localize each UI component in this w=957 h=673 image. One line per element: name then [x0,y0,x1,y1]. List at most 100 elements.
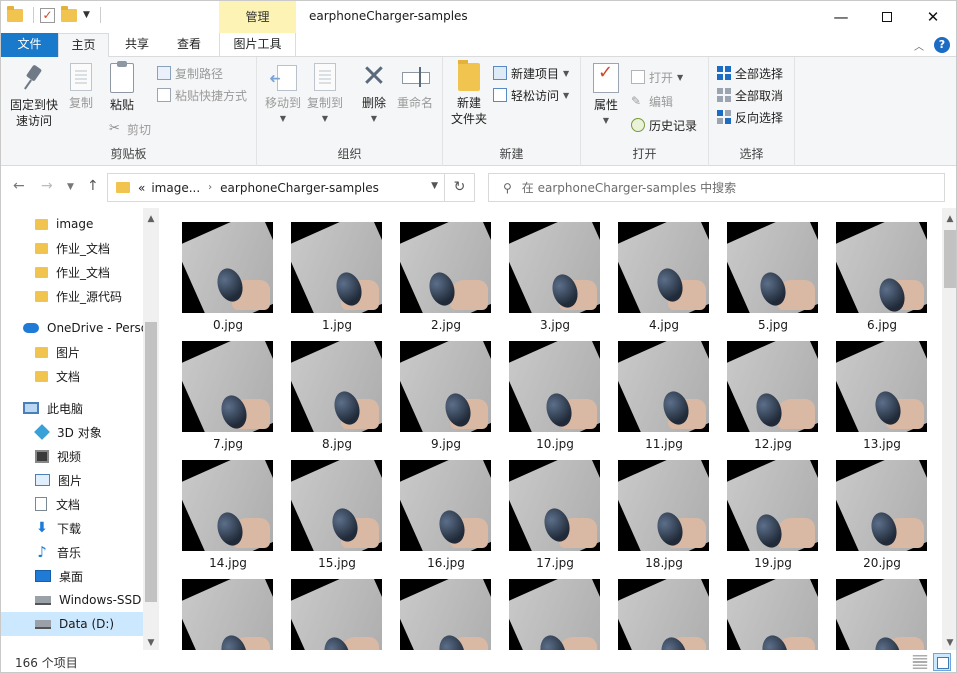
paste-shortcut-button[interactable]: 粘贴快捷方式 [157,85,247,105]
file-item[interactable] [822,565,931,650]
sidebar-item[interactable]: 作业_文档 [1,260,143,284]
sidebar-item[interactable]: 此电脑 [1,396,143,420]
minimize-button[interactable]: — [818,1,864,33]
sidebar-scrollbar[interactable]: ▲ ▼ [143,208,159,650]
manage-context-tab[interactable]: 管理 [219,1,296,33]
file-item[interactable] [604,565,713,650]
file-item[interactable] [386,565,495,650]
invert-selection-button[interactable]: 反向选择 [717,107,783,127]
tab-file[interactable]: 文件 [1,33,58,57]
breadcrumb-separator[interactable]: › [208,182,212,193]
sidebar-item[interactable]: image [1,212,143,236]
sidebar-item[interactable]: 文档 [1,492,143,516]
sidebar-item[interactable]: 图片 [1,340,143,364]
sidebar-item[interactable]: ⬇ 下载 [1,516,143,540]
paste-button[interactable]: 粘贴 [105,61,139,113]
large-icons-view-icon[interactable] [933,653,951,671]
close-button[interactable]: ✕ [910,1,956,33]
select-none-button[interactable]: 全部取消 [717,85,783,105]
file-item[interactable]: 11.jpg [604,327,713,451]
rename-button[interactable]: 重命名 [395,63,435,111]
cut-button[interactable]: ✂ 剪切 [109,119,151,139]
file-item[interactable]: 18.jpg [604,446,713,570]
file-item[interactable]: 12.jpg [713,327,822,451]
pin-to-quick-access-button[interactable]: 固定到快 速访问 [7,63,61,129]
file-item[interactable]: 10.jpg [495,327,604,451]
scroll-up-icon[interactable]: ▲ [143,214,159,224]
details-view-icon[interactable] [912,654,928,670]
edit-button[interactable]: ✎ 编辑 [631,91,673,111]
tab-picture-tools[interactable]: 图片工具 [219,33,296,57]
sidebar-item[interactable]: ♪ 音乐 [1,540,143,564]
file-item[interactable] [277,565,386,650]
file-item[interactable]: 7.jpg [168,327,277,451]
chevron-down-icon[interactable]: ▼ [431,181,438,191]
scrollbar-thumb[interactable] [145,322,157,602]
file-item[interactable]: 14.jpg [168,446,277,570]
file-item[interactable]: 20.jpg [822,446,931,570]
move-to-button[interactable]: 移动到 ▼ [263,63,303,127]
sidebar-item[interactable]: Windows-SSD [1,588,143,612]
file-item[interactable]: 2.jpg [386,208,495,332]
collapse-ribbon-icon[interactable]: ︿ [914,38,924,53]
file-item[interactable]: 17.jpg [495,446,604,570]
file-item[interactable]: 16.jpg [386,446,495,570]
scroll-down-icon[interactable]: ▼ [942,638,956,648]
up-arrow-icon[interactable]: ↑ [87,178,99,194]
sidebar-item[interactable]: 作业_文档 [1,236,143,260]
sidebar-item[interactable]: Data (D:) [1,612,143,636]
tab-view[interactable]: 查看 [165,33,213,57]
help-icon[interactable]: ? [934,37,950,53]
open-button[interactable]: 打开 ▼ [631,67,683,87]
copy-path-button[interactable]: 复制路径 [157,63,223,83]
file-item[interactable]: 3.jpg [495,208,604,332]
scrollbar-thumb[interactable] [944,230,956,288]
properties-button[interactable]: 属性 ▼ [589,63,623,129]
sidebar-item[interactable]: 桌面 [1,564,143,588]
customize-toolbar-icon[interactable]: ▼ [83,10,90,20]
select-all-button[interactable]: 全部选择 [717,63,783,83]
scroll-down-icon[interactable]: ▼ [143,638,159,648]
file-item[interactable]: 5.jpg [713,208,822,332]
back-arrow-icon[interactable]: ← [13,178,25,194]
refresh-button[interactable]: ↻ [445,173,475,202]
new-folder-button[interactable]: 新建 文件夹 [449,60,489,127]
copy-button[interactable]: 复制 [65,63,97,111]
file-item[interactable]: 9.jpg [386,327,495,451]
forward-arrow-icon[interactable]: → [41,178,53,194]
breadcrumb-parent[interactable]: image... [151,181,200,195]
maximize-button[interactable] [864,1,910,33]
tab-share[interactable]: 共享 [113,33,161,57]
file-item[interactable]: 8.jpg [277,327,386,451]
breadcrumb-current[interactable]: earphoneCharger-samples [220,181,379,195]
address-bar[interactable]: « image... › earphoneCharger-samples ▼ [107,173,445,202]
address-overflow[interactable]: « [138,181,145,195]
file-item[interactable]: 19.jpg [713,446,822,570]
sidebar-item[interactable]: 视频 [1,444,143,468]
new-item-button[interactable]: 新建项目 ▼ [493,63,569,83]
file-item[interactable] [713,565,822,650]
file-item[interactable] [168,565,277,650]
copy-to-button[interactable]: 复制到 ▼ [305,63,345,127]
sidebar-item[interactable]: 3D 对象 [1,420,143,444]
sidebar-item[interactable]: OneDrive - Perso [1,316,143,340]
delete-button[interactable]: ✕ 删除 ▼ [359,62,389,127]
file-item[interactable]: 4.jpg [604,208,713,332]
sidebar-item[interactable]: 文档 [1,364,143,388]
tab-home[interactable]: 主页 [58,33,109,58]
sidebar-item[interactable]: 图片 [1,468,143,492]
file-item[interactable]: 15.jpg [277,446,386,570]
history-button[interactable]: 历史记录 [631,115,697,135]
scroll-up-icon[interactable]: ▲ [942,214,956,224]
file-item[interactable]: 13.jpg [822,327,931,451]
file-item[interactable]: 0.jpg [168,208,277,332]
sidebar-item[interactable]: 作业_源代码 [1,284,143,308]
file-item[interactable] [495,565,604,650]
search-input[interactable]: ⚲ 在 earphoneCharger-samples 中搜索 [488,173,945,202]
easy-access-button[interactable]: 轻松访问 ▼ [493,85,569,105]
content-scrollbar[interactable]: ▲ ▼ [942,208,956,650]
file-item[interactable]: 6.jpg [822,208,931,332]
new-folder-icon[interactable] [61,5,77,22]
properties-icon[interactable]: ✓ [40,7,55,23]
file-item[interactable]: 1.jpg [277,208,386,332]
